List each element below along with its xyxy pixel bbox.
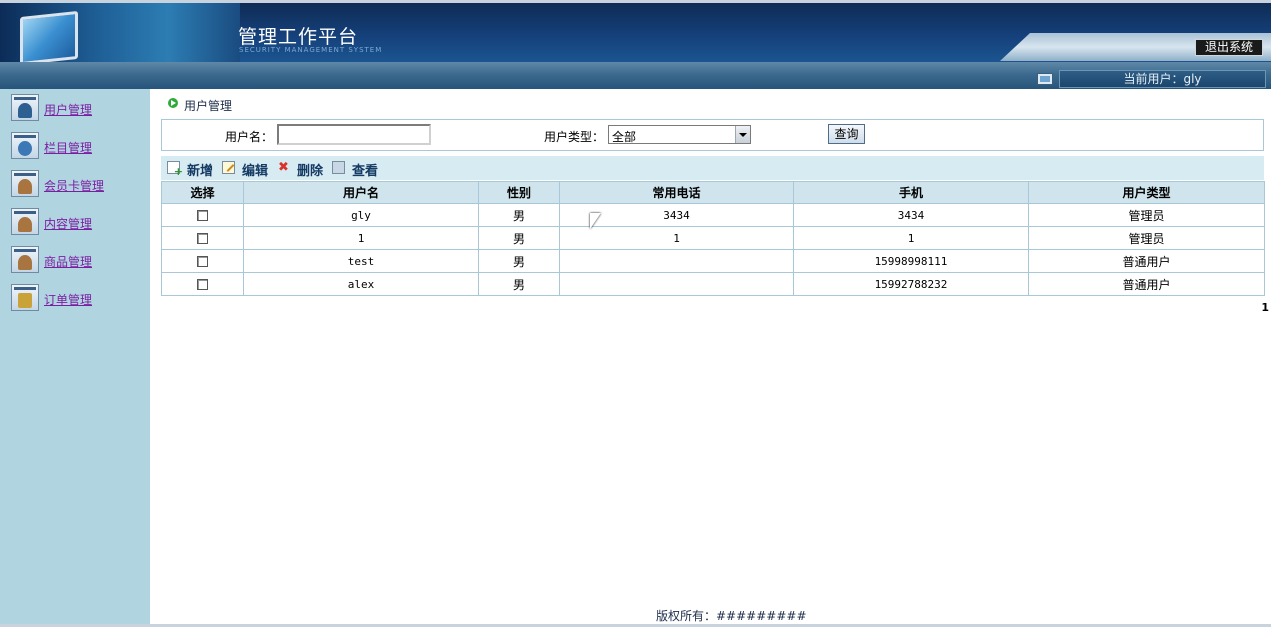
header-username: 用户名 [243,181,479,204]
mobile-cell: 15998998111 [793,249,1029,273]
gender-cell: 男 [478,249,560,273]
table-header-row: 选择 用户名 性别 常用电话 手机 用户类型 [161,181,1265,204]
usertype-cell: 管理员 [1028,203,1265,227]
select-cell [161,203,244,227]
mobile-cell: 15992788232 [793,272,1029,296]
sidebar-item-label[interactable]: 商品管理 [44,253,92,270]
gear-icon [11,132,39,159]
sidebar-item-users[interactable]: 用户管理 [11,92,146,122]
edit-button-label: 编辑 [242,164,269,179]
phone-cell: 1 [559,226,794,250]
app-subtitle: SECURITY MANAGEMENT SYSTEM [239,46,383,54]
pagination-page-1[interactable]: 1 [1261,301,1269,314]
header-phone: 常用电话 [559,181,794,204]
phone-cell [559,272,794,296]
order-icon [11,284,39,311]
sidebar: 用户管理 栏目管理 会员卡管理 内容管理 商品管理 订单管理 [0,89,150,624]
member-icon [11,170,39,197]
chevron-down-icon[interactable] [735,126,750,143]
usertype-cell: 普通用户 [1028,272,1265,296]
new-button[interactable]: 新增 [167,160,215,179]
breadcrumb-label: 用户管理 [184,99,233,113]
view-icon [332,161,345,174]
new-button-label: 新增 [187,164,214,179]
edit-icon [222,161,235,174]
sidebar-item-orders[interactable]: 订单管理 [11,282,146,312]
current-user-label: 当前用户：gly [1059,70,1266,88]
sidebar-item-label[interactable]: 栏目管理 [44,139,92,156]
header-gender: 性别 [478,181,560,204]
mouse-cursor-icon [590,213,601,229]
screen-icon [1037,73,1053,85]
delete-button[interactable]: ✖ 删除 [277,160,325,179]
usertype-cell: 管理员 [1028,226,1265,250]
username-cell: test [243,249,479,273]
view-button[interactable]: 查看 [332,160,380,179]
app-title: 管理工作平台 [238,26,359,48]
monitor-screen [20,10,78,66]
sidebar-item-content[interactable]: 内容管理 [11,206,146,236]
query-button[interactable]: 查询 [828,124,865,144]
header-select: 选择 [161,181,244,204]
user-icon [11,94,39,121]
sidebar-item-label[interactable]: 用户管理 [44,101,92,118]
gender-cell: 男 [478,272,560,296]
product-icon [11,246,39,273]
action-toolbar: 新增 编辑 ✖ 删除 查看 [161,156,1264,180]
sidebar-item-member-cards[interactable]: 会员卡管理 [11,168,146,198]
header-usertype: 用户类型 [1028,181,1265,204]
row-checkbox[interactable] [197,279,208,290]
sidebar-item-label[interactable]: 会员卡管理 [44,177,104,194]
username-cell: gly [243,203,479,227]
main-content: 用户管理 用户名： 用户类型： 全部 查询 新增 编辑 ✖ 删除 查看 [150,89,1271,624]
delete-button-label: 删除 [297,164,324,179]
sidebar-item-label[interactable]: 内容管理 [44,215,92,232]
usertype-select-value: 全部 [612,130,637,144]
row-checkbox[interactable] [197,210,208,221]
content-icon [11,208,39,235]
gender-cell: 男 [478,203,560,227]
username-input[interactable] [277,124,431,145]
select-cell [161,249,244,273]
play-arrow-icon [168,98,178,108]
phone-cell [559,249,794,273]
mobile-cell: 3434 [793,203,1029,227]
usertype-label: 用户类型： [544,130,605,144]
usertype-select[interactable]: 全部 [608,125,751,144]
header-mobile: 手机 [793,181,1029,204]
edit-button[interactable]: 编辑 [222,160,270,179]
usertype-cell: 普通用户 [1028,249,1265,273]
row-checkbox[interactable] [197,256,208,267]
table-row: alex 男 15992788232 普通用户 [161,272,1265,296]
username-cell: 1 [243,226,479,250]
table-row: test 男 15998998111 普通用户 [161,249,1265,273]
username-label: 用户名： [225,130,274,144]
new-document-icon [167,161,183,178]
logout-button[interactable]: 退出系统 [1195,39,1263,56]
view-button-label: 查看 [352,164,379,179]
select-cell [161,226,244,250]
gender-cell: 男 [478,226,560,250]
username-cell: alex [243,272,479,296]
footer: 版权所有：######### [0,605,1271,627]
users-table: 选择 用户名 性别 常用电话 手机 用户类型 gly 男 3434 3434 管… [161,181,1265,296]
select-cell [161,272,244,296]
search-panel: 用户名： 用户类型： 全部 查询 [161,119,1264,151]
table-row: 1 男 1 1 管理员 [161,226,1265,250]
mobile-cell: 1 [793,226,1029,250]
table-row: gly 男 3434 3434 管理员 [161,203,1265,227]
delete-x-icon: ✖ [278,160,289,175]
sidebar-item-label[interactable]: 订单管理 [44,291,92,308]
sidebar-item-products[interactable]: 商品管理 [11,244,146,274]
row-checkbox[interactable] [197,233,208,244]
copyright-text: 版权所有：######### [656,609,807,623]
header: 管理工作平台 SECURITY MANAGEMENT SYSTEM 退出系统 当… [0,0,1271,89]
sidebar-item-columns[interactable]: 栏目管理 [11,130,146,160]
